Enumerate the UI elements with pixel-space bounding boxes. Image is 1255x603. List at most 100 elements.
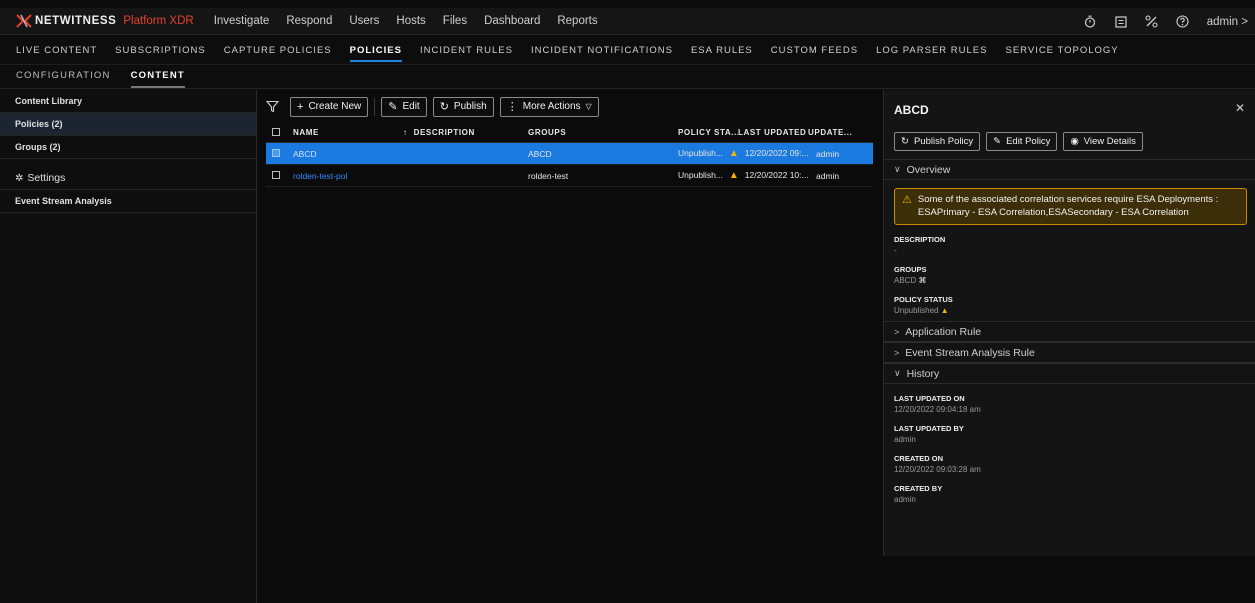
netwitness-logo-icon [16,14,32,28]
groups-value: ABCD ⌘ [894,276,1247,285]
policies-table: NAME ↑ DESCRIPTION GROUPS POLICY STA... L… [266,123,873,187]
more-actions-button[interactable]: ⋮ More Actions ▽ [499,96,599,117]
col-groups[interactable]: GROUPS [528,128,678,137]
subnav-policies[interactable]: POLICIES [349,37,403,65]
publish-label: Publish [453,101,487,112]
warning-icon: ▲ [940,306,949,315]
subnav-log-parser-rules[interactable]: LOG PARSER RULES [876,37,987,65]
sidebar-item-event-stream-analysis[interactable]: Event Stream Analysis [0,190,256,213]
chevron-right-icon: > [1241,15,1248,28]
table-row[interactable]: ABCD ABCD Unpublish... ▲ 12/20/2022 09:...… [266,143,873,165]
row-checkbox[interactable] [266,148,293,159]
edit-icon: ✎ [993,136,1002,147]
select-all-checkbox[interactable] [266,127,293,138]
subnav-capture-policies[interactable]: CAPTURE POLICIES [224,37,332,65]
col-updated-by[interactable]: UPDATE... [808,128,868,137]
policy-status-label: POLICY STATUS [894,295,953,304]
esa-deployment-warning: ⚠ Some of the associated correlation ser… [894,188,1247,225]
tab-content[interactable]: CONTENT [130,66,186,89]
policy-status-text: Unpublish... [678,148,723,158]
panel-actions: ↻ Publish Policy ✎ Edit Policy ◉ View Detai… [884,132,1255,151]
nav-hosts[interactable]: Hosts [396,15,425,27]
row-checkbox[interactable] [266,170,293,181]
description-label: DESCRIPTION [894,235,946,244]
chevron-down-icon: ∨ [894,368,901,378]
policy-name-link[interactable]: rolden-test-pol [293,171,403,181]
toolbar-divider [374,97,376,116]
nav-users[interactable]: Users [349,15,379,27]
col-description[interactable]: ↑ DESCRIPTION [403,128,528,137]
publish-button[interactable]: ↻ Publish [432,96,494,117]
created-by-value: admin [894,495,916,504]
config-subnav: LIVE CONTENT SUBSCRIPTIONS CAPTURE POLIC… [0,37,1255,65]
subnav-esa-rules[interactable]: ESA RULES [691,37,753,65]
policy-name-link[interactable]: ABCD [293,149,403,159]
view-details-button[interactable]: ◉ View Details [1063,132,1143,151]
panel-header: ABCD ✕ [884,90,1255,126]
subnav-live-content[interactable]: LIVE CONTENT [16,37,97,65]
nav-respond[interactable]: Respond [286,15,332,27]
edit-button[interactable]: ✎ Edit [381,96,427,117]
sidebar-item-policies[interactable]: Policies (2) [0,113,256,136]
timer-icon[interactable] [1083,15,1097,29]
subnav-incident-rules[interactable]: INCIDENT RULES [420,37,513,65]
chevron-down-icon: ∨ [894,164,901,174]
subnav-service-topology[interactable]: SERVICE TOPOLOGY [1005,37,1118,65]
group-link-icon[interactable]: ⌘ [918,276,926,285]
col-last-updated[interactable]: LAST UPDATED [738,128,808,137]
last-updated-by-label: LAST UPDATED BY [894,424,964,433]
subnav-subscriptions[interactable]: SUBSCRIPTIONS [115,37,206,65]
nav-files[interactable]: Files [443,15,467,27]
overview-section-header[interactable]: ∨ Overview [884,159,1255,180]
groups-label: GROUPS [894,265,927,274]
policy-status: Unpublish... ▲ 12/20/2022 09:... [678,148,808,159]
col-policy-status[interactable]: POLICY STA... [678,128,738,137]
sidebar-settings-header[interactable]: ✲ Settings [0,167,256,190]
app-logo[interactable]: NETWITNESS Platform XDR [16,8,194,35]
eye-icon: ◉ [1070,136,1079,147]
edit-policy-button[interactable]: ✎ Edit Policy [986,132,1058,151]
create-new-button[interactable]: + Create New [290,96,369,117]
history-section-header[interactable]: ∨ History [884,363,1255,384]
created-on-label: CREATED ON [894,454,944,463]
policies-main: + Create New ✎ Edit ↻ Publish ⋮ More Actions… [258,90,881,603]
policy-status-text: Unpublish... [678,170,723,180]
chevron-right-icon: > [894,347,900,358]
policy-last-updated: 12/20/2022 10:... [744,170,808,180]
sidebar-item-groups[interactable]: Groups (2) [0,136,256,159]
subnav-custom-feeds[interactable]: CUSTOM FEEDS [771,37,858,65]
subnav-incident-notifications[interactable]: INCIDENT NOTIFICATIONS [531,37,673,65]
sidebar-item-content-library[interactable]: Content Library [0,90,256,113]
settings-label: Settings [27,171,66,184]
application-rule-section-header[interactable]: > Application Rule [884,321,1255,342]
user-menu[interactable]: admin > [1207,16,1248,28]
overview-label: Overview [906,163,951,176]
warning-icon: ▲ [728,170,739,181]
policy-status-value-text: Unpublished [894,306,939,315]
edit-icon: ✎ [388,101,398,113]
more-actions-label: More Actions [522,101,581,112]
tab-configuration[interactable]: CONFIGURATION [16,66,111,89]
esa-rule-section-header[interactable]: > Event Stream Analysis Rule [884,342,1255,363]
publish-policy-button[interactable]: ↻ Publish Policy [894,132,981,151]
nav-reports[interactable]: Reports [557,15,597,27]
warning-icon: ▲ [728,148,739,159]
table-row[interactable]: rolden-test-pol rolden-test Unpublish...… [266,165,873,187]
filter-icon[interactable] [265,100,280,114]
notes-icon[interactable] [1114,15,1128,29]
history-body: LAST UPDATED ON 12/20/2022 09:04:18 am L… [884,394,1255,504]
close-icon[interactable]: ✕ [1235,101,1245,115]
top-nav-bar: NETWITNESS Platform XDR Investigate Resp… [0,8,1255,35]
help-icon[interactable] [1176,15,1190,29]
description-value: - [894,246,897,255]
tools-icon[interactable] [1145,15,1159,29]
last-updated-on-value: 12/20/2022 09:04:18 am [894,405,981,414]
nav-dashboard[interactable]: Dashboard [484,15,540,27]
col-name[interactable]: NAME [293,128,403,137]
policy-updated-by: admin [816,148,840,159]
edit-label: Edit [402,101,420,112]
groups-value-text: ABCD [894,276,917,285]
policy-last-updated: 12/20/2022 09:... [744,148,808,158]
nav-investigate[interactable]: Investigate [214,15,270,27]
chevron-right-icon: > [894,326,900,337]
